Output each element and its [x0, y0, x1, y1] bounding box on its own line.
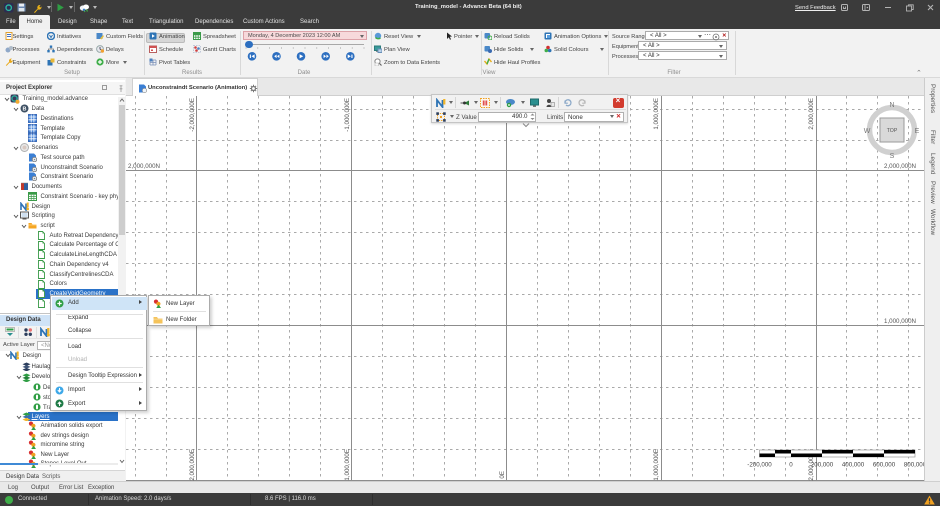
svg-text:0: 0	[789, 462, 793, 469]
svg-text:S: S	[890, 153, 895, 160]
svg-text:-200,000: -200,000	[747, 462, 772, 469]
svg-text:B: B	[22, 107, 26, 113]
svg-text:TOP: TOP	[887, 128, 898, 134]
svg-text:200,000: 200,000	[811, 462, 834, 469]
svg-text:600,000: 600,000	[873, 462, 896, 469]
svg-text:400,000: 400,000	[842, 462, 865, 469]
svg-text:E: E	[915, 128, 920, 135]
svg-text:N: N	[889, 102, 894, 109]
svg-text:W: W	[864, 128, 871, 135]
